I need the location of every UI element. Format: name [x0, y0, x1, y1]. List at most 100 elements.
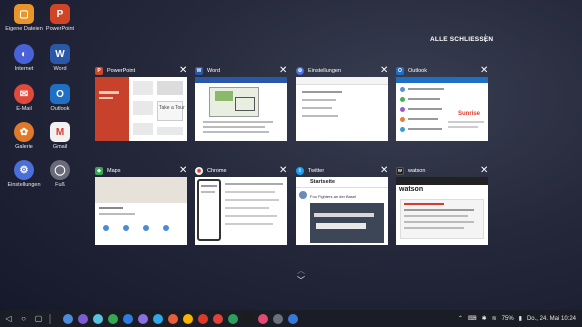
home-icon[interactable]: ○ [19, 314, 28, 323]
recent-app-card-powerpoint[interactable]: P PowerPoint ✕ Take a Tour [95, 65, 187, 141]
word-icon: W [50, 44, 70, 64]
close-icon[interactable]: ✕ [279, 166, 287, 176]
taskbar-app-icon[interactable] [78, 313, 88, 324]
twitter-icon: t [296, 167, 304, 175]
back-icon[interactable]: ◁ [4, 314, 13, 323]
desktop-icon-powerpoint[interactable]: P PowerPoint [44, 4, 76, 32]
app-preview[interactable] [195, 77, 287, 141]
app-preview[interactable] [95, 177, 187, 245]
taskbar-app-icon[interactable] [213, 313, 223, 324]
taskbar-app-icon[interactable] [93, 313, 103, 324]
desktop-icon-eigene-dateien[interactable]: ▢ Eigene Dateien [5, 4, 43, 32]
card-title: Twitter [308, 168, 325, 174]
close-icon[interactable]: ✕ [480, 66, 488, 76]
desktop-icon-email[interactable]: ✉ E-Mail [8, 84, 40, 112]
folder-icon: ▢ [14, 4, 34, 24]
taskbar-app-icon[interactable] [168, 313, 178, 324]
datetime[interactable]: Do., 24. Mai 10:24 [527, 316, 576, 322]
taskbar-app-icon[interactable] [123, 313, 133, 324]
chevron-up-icon[interactable]: ︿ [294, 267, 308, 275]
taskbar-app-icon[interactable] [153, 313, 163, 324]
close-icon[interactable]: ✕ [279, 66, 287, 76]
keyboard-icon[interactable]: ⌨ [468, 315, 477, 322]
taskbar-app-icon[interactable] [63, 313, 73, 324]
close-icon[interactable]: ✕ [380, 166, 388, 176]
separator [49, 313, 51, 324]
internet-icon: ◐ [14, 44, 34, 64]
recent-app-card-twitter[interactable]: t Twitter ✕ Startseite Foo Fighters an d… [296, 165, 388, 245]
recent-app-card-einstellungen[interactable]: ⚙ Einstellungen ✕ [296, 65, 388, 141]
system-tray: ⌃ ⌨ ✱ ≋ 75% ▮ Do., 24. Mai 10:24 [453, 310, 576, 327]
taskbar-app-icon[interactable] [273, 313, 283, 324]
watson-icon: w [396, 167, 404, 175]
desktop-icon-galerie[interactable]: ✿ Galerie [8, 122, 40, 150]
card-header: W Word ✕ [195, 65, 287, 77]
preview-text: Sunrise [458, 111, 481, 117]
scroll-arrows: ︿ ﹀ [294, 267, 308, 285]
preview-text: Startseite [310, 179, 336, 185]
desktop-icon-gmail[interactable]: M Gmail [44, 122, 76, 150]
gallery-icon: ✿ [14, 122, 34, 142]
card-title: Einstellungen [308, 68, 342, 74]
recent-app-card-outlook[interactable]: O Outlook ✕ Sunrise [396, 65, 488, 141]
gmail-icon: M [50, 122, 70, 142]
recent-app-card-watson[interactable]: w watson ✕ watson [396, 165, 488, 245]
taskbar-app-icon[interactable] [243, 313, 253, 324]
close-icon[interactable]: ✕ [179, 166, 187, 176]
app-icon: ◯ [50, 160, 70, 180]
outlook-icon: O [50, 84, 70, 104]
settings-icon: ⚙ [296, 67, 304, 75]
email-icon: ✉ [14, 84, 34, 104]
desktop-icon-einstellungen[interactable]: ⚙ Einstellungen [7, 160, 41, 188]
card-title: PowerPoint [107, 68, 136, 74]
desktop-icon-word[interactable]: W Word [44, 44, 76, 72]
bluetooth-icon: ✱ [481, 316, 487, 322]
card-header: ◉ Chrome ✕ [195, 165, 287, 177]
card-title: Chrome [207, 168, 227, 174]
chevron-down-icon[interactable]: ﹀ [294, 277, 308, 285]
app-preview[interactable] [195, 177, 287, 245]
close-icon[interactable]: ✕ [480, 166, 488, 176]
taskbar: ◁ ○ ▢ ⌃ ⌨ ✱ ≋ 75% ▮ Do., 24. Mai 10:24 [0, 310, 582, 327]
desktop-icon-fuss[interactable]: ◯ Fuß [44, 160, 76, 188]
taskbar-app-icon[interactable] [228, 313, 238, 324]
powerpoint-icon: P [50, 4, 70, 24]
recent-app-card-word[interactable]: W Word ✕ [195, 65, 287, 141]
taskbar-app-icon[interactable] [288, 313, 298, 324]
taskbar-app-icon[interactable] [108, 313, 118, 324]
card-header: P PowerPoint ✕ [95, 65, 187, 77]
desktop-icon-internet[interactable]: ◐ Internet [8, 44, 40, 72]
card-title: Word [207, 68, 221, 74]
chrome-icon: ◉ [195, 167, 203, 175]
taskbar-app-icon[interactable] [138, 313, 148, 324]
taskbar-app-icon[interactable] [198, 313, 208, 324]
battery-icon: ▮ [518, 316, 522, 322]
recent-app-card-maps[interactable]: ◆ Maps ✕ [95, 165, 187, 245]
taskbar-app-icon[interactable] [183, 313, 193, 324]
wifi-icon: ≋ [491, 316, 497, 322]
app-preview[interactable]: Take a Tour [95, 77, 187, 141]
card-header: ⚙ Einstellungen ✕ [296, 65, 388, 77]
desktop-icon-outlook[interactable]: O Outlook [44, 84, 76, 112]
maps-icon: ◆ [95, 167, 103, 175]
recent-apps-icon[interactable]: ▢ [34, 314, 43, 323]
outlook-icon: O [396, 67, 404, 75]
card-header: t Twitter ✕ [296, 165, 388, 177]
app-preview[interactable] [296, 77, 388, 141]
preview-text: Take a Tour [159, 105, 185, 111]
card-title: Maps [107, 168, 121, 174]
card-header: ◆ Maps ✕ [95, 165, 187, 177]
taskbar-app-icon[interactable] [258, 313, 268, 324]
close-icon[interactable]: ✕ [380, 66, 388, 76]
taskbar-apps [63, 313, 303, 324]
close-icon[interactable]: ✕ [179, 66, 187, 76]
card-header: w watson ✕ [396, 165, 488, 177]
app-preview[interactable]: watson [396, 177, 488, 245]
card-title: Outlook [408, 68, 427, 74]
chevron-up-icon[interactable]: ⌃ [458, 315, 463, 322]
kebab-menu-icon[interactable]: ⋮ [481, 34, 490, 43]
app-preview[interactable]: Startseite Foo Fighters an der Basel [296, 177, 388, 245]
app-preview[interactable]: Sunrise [396, 77, 488, 141]
powerpoint-icon: P [95, 67, 103, 75]
recent-app-card-chrome[interactable]: ◉ Chrome ✕ [195, 165, 287, 245]
